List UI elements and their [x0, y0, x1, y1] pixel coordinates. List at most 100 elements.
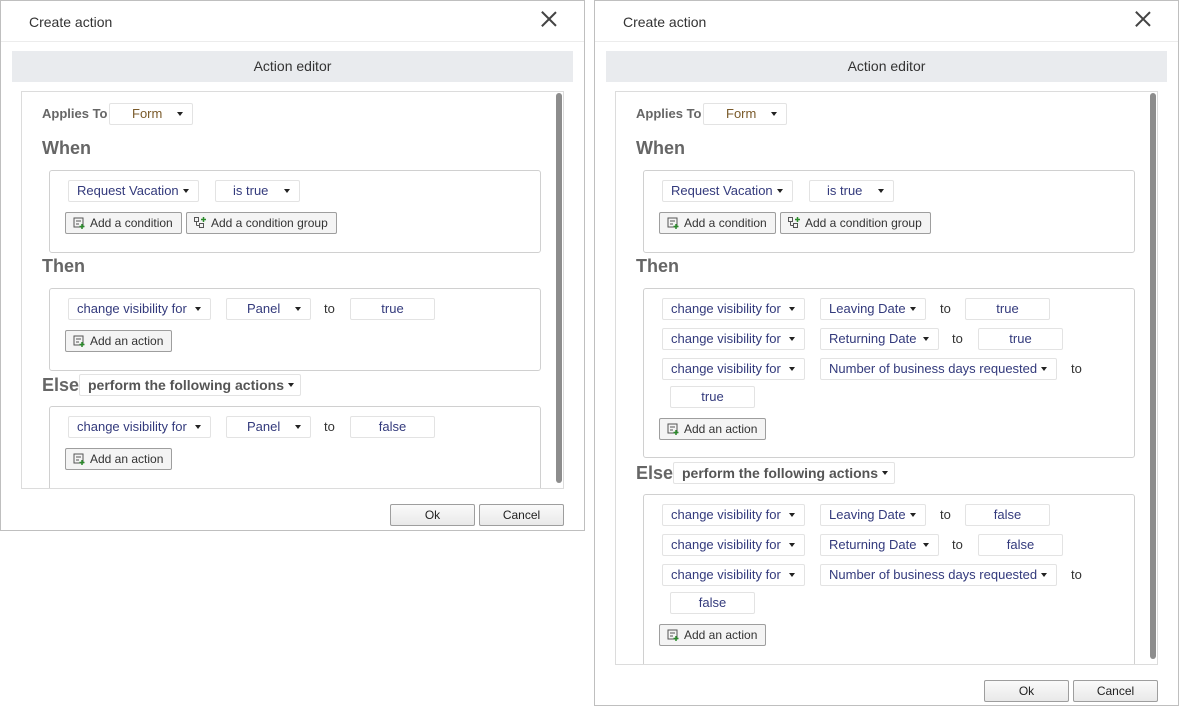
action-target-dropdown[interactable]: Returning Date — [820, 328, 939, 350]
action-value-input[interactable]: true — [670, 386, 755, 408]
ok-button[interactable]: Ok — [390, 504, 475, 526]
editor-content: Applies To Form When Request Vacation is… — [22, 92, 553, 488]
applies-to-label: Applies To — [42, 106, 108, 121]
add-condition-group-button[interactable]: Add a condition group — [780, 212, 931, 234]
condition-operator-value: is true — [233, 183, 269, 198]
action-target-dropdown[interactable]: Panel — [226, 298, 311, 320]
action-value-input[interactable]: true — [965, 298, 1050, 320]
action-value-input[interactable]: true — [350, 298, 435, 320]
when-box: Request Vacation is true Add a condition… — [49, 170, 541, 253]
action-type-dropdown[interactable]: change visibility for — [68, 298, 211, 320]
action-value-input[interactable]: false — [350, 416, 435, 438]
action-type-dropdown[interactable]: change visibility for — [662, 534, 805, 556]
action-type-dropdown[interactable]: change visibility for — [662, 358, 805, 380]
chevron-down-icon — [882, 471, 889, 475]
chevron-down-icon — [789, 573, 795, 577]
add-condition-button[interactable]: Add a condition — [65, 212, 182, 234]
tab-action-editor[interactable]: Action editor — [12, 51, 573, 82]
chevron-down-icon — [777, 189, 783, 193]
action-type-dropdown[interactable]: change visibility for — [662, 328, 805, 350]
chevron-down-icon — [195, 425, 201, 429]
condition-operator-dropdown[interactable]: is true — [809, 180, 894, 202]
else-mode-dropdown[interactable]: perform the following actions — [673, 462, 896, 484]
ok-button[interactable]: Ok — [984, 680, 1069, 702]
chevron-down-icon — [1041, 367, 1047, 371]
action-type-value: change visibility for — [77, 301, 187, 316]
add-condition-group-label: Add a condition group — [211, 216, 328, 230]
action-target-value: Number of business days requested — [829, 361, 1038, 376]
create-action-dialog-1: Create action Action editor Applies To F… — [0, 0, 585, 531]
add-action-icon — [73, 453, 85, 465]
else-heading: Else — [42, 375, 80, 395]
when-heading: When — [636, 138, 685, 158]
action-target-dropdown[interactable]: Panel — [226, 416, 311, 438]
chevron-down-icon — [789, 513, 795, 517]
add-action-button[interactable]: Add an action — [659, 418, 767, 440]
action-type-value: change visibility for — [671, 331, 781, 346]
chevron-down-icon — [923, 543, 929, 547]
action-type-dropdown[interactable]: change visibility for — [662, 504, 805, 526]
dialog-title: Create action — [623, 14, 707, 30]
chevron-down-icon — [177, 112, 183, 116]
else-box: change visibility for Panel to false Add… — [49, 406, 541, 488]
chevron-down-icon — [183, 189, 189, 193]
cancel-button[interactable]: Cancel — [479, 504, 564, 526]
chevron-down-icon — [789, 543, 795, 547]
applies-to-dropdown[interactable]: Form — [703, 103, 787, 125]
else-mode-dropdown[interactable]: perform the following actions — [79, 374, 302, 396]
action-value-input[interactable]: false — [670, 592, 755, 614]
else-box: change visibility for Leaving Date to fa… — [643, 494, 1135, 664]
action-type-dropdown[interactable]: change visibility for — [662, 298, 805, 320]
action-target-dropdown[interactable]: Leaving Date — [820, 504, 926, 526]
vertical-scrollbar[interactable] — [1150, 93, 1156, 659]
to-label: to — [940, 301, 951, 316]
action-target-value: Leaving Date — [829, 301, 906, 316]
chevron-down-icon — [923, 337, 929, 341]
add-condition-icon — [667, 217, 679, 229]
dialog-titlebar: Create action — [1, 1, 584, 42]
action-target-dropdown[interactable]: Number of business days requested — [820, 564, 1057, 586]
applies-to-value: Form — [726, 106, 757, 121]
condition-operator-dropdown[interactable]: is true — [215, 180, 300, 202]
action-target-dropdown[interactable]: Returning Date — [820, 534, 939, 556]
chevron-down-icon — [284, 189, 290, 193]
add-action-button[interactable]: Add an action — [65, 330, 173, 352]
to-label: to — [1071, 361, 1082, 376]
applies-to-dropdown[interactable]: Form — [109, 103, 193, 125]
action-value-input[interactable]: true — [978, 328, 1063, 350]
add-action-button[interactable]: Add an action — [65, 448, 173, 470]
add-condition-button[interactable]: Add a condition — [659, 212, 776, 234]
add-condition-label: Add a condition — [684, 216, 767, 230]
chevron-down-icon — [295, 307, 301, 311]
close-icon[interactable] — [1134, 10, 1152, 28]
action-value-input[interactable]: false — [978, 534, 1063, 556]
action-type-dropdown[interactable]: change visibility for — [68, 416, 211, 438]
action-target-dropdown[interactable]: Number of business days requested — [820, 358, 1057, 380]
add-action-label: Add an action — [684, 422, 758, 436]
then-heading: Then — [636, 256, 679, 276]
action-type-value: change visibility for — [671, 537, 781, 552]
action-target-value: Returning Date — [829, 537, 917, 552]
close-icon[interactable] — [540, 10, 558, 28]
editor-content: Applies To Form When Request Vacation is… — [616, 92, 1147, 664]
add-action-button[interactable]: Add an action — [659, 624, 767, 646]
add-condition-group-button[interactable]: Add a condition group — [186, 212, 337, 234]
tab-action-editor[interactable]: Action editor — [606, 51, 1167, 82]
else-heading: Else — [636, 463, 674, 483]
action-target-dropdown[interactable]: Leaving Date — [820, 298, 926, 320]
condition-field-dropdown[interactable]: Request Vacation — [662, 180, 793, 202]
applies-to-label: Applies To — [636, 106, 702, 121]
cancel-button[interactable]: Cancel — [1073, 680, 1158, 702]
condition-field-dropdown[interactable]: Request Vacation — [68, 180, 199, 202]
action-type-dropdown[interactable]: change visibility for — [662, 564, 805, 586]
action-value-input[interactable]: false — [965, 504, 1050, 526]
chevron-down-icon — [288, 383, 295, 387]
action-target-value: Number of business days requested — [829, 567, 1038, 582]
dialog-titlebar: Create action — [595, 1, 1178, 42]
to-label: to — [324, 301, 335, 316]
vertical-scrollbar[interactable] — [556, 93, 562, 483]
add-condition-label: Add a condition — [90, 216, 173, 230]
action-type-value: change visibility for — [77, 419, 187, 434]
editor-scroll-area: Applies To Form When Request Vacation is… — [615, 91, 1158, 665]
add-condition-group-icon — [194, 217, 206, 228]
